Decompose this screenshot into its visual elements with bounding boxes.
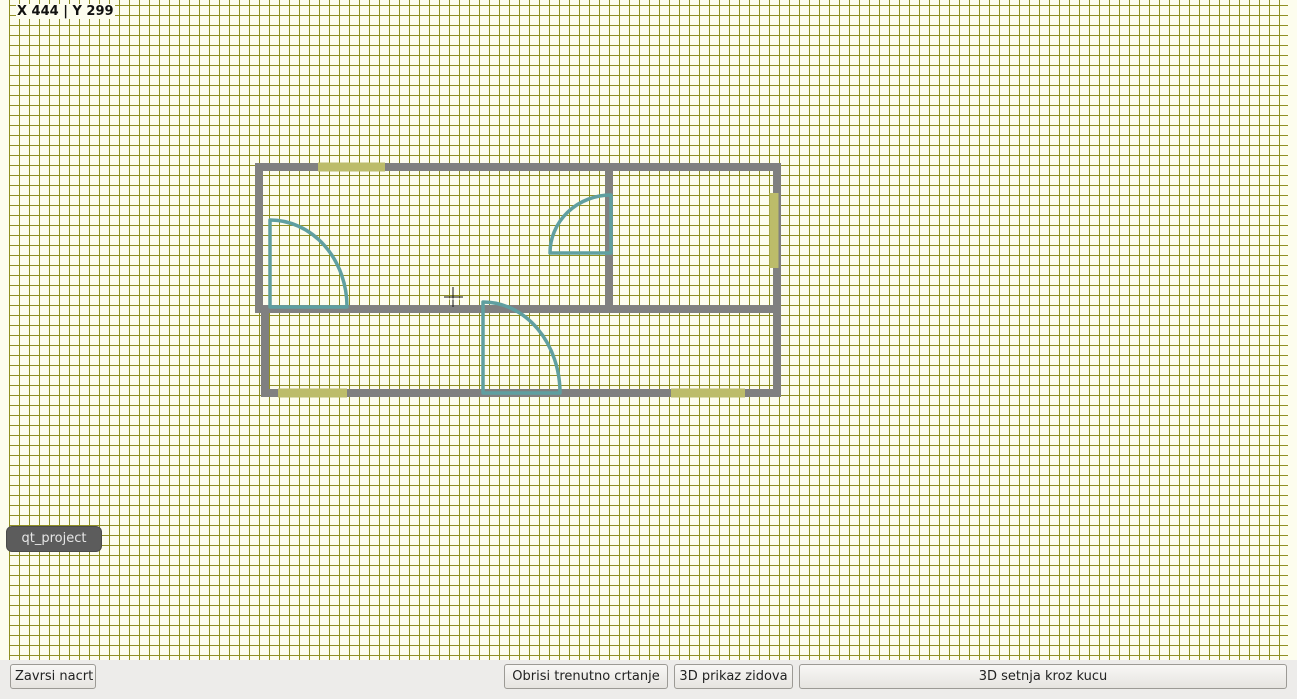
floor-plan[interactable]	[0, 0, 1297, 660]
crosshair-cursor-icon	[444, 287, 463, 307]
door-upper-right	[548, 193, 613, 255]
tooltip: qt_project	[7, 527, 101, 551]
door-bottom	[481, 300, 562, 395]
3d-walls-view-button[interactable]: 3D prikaz zidova	[674, 664, 793, 689]
3d-walkthrough-button[interactable]: 3D setnja kroz kucu	[799, 664, 1287, 689]
bottom-toolbar: Zavrsi nacrt Obrisi trenutno crtanje 3D …	[0, 660, 1297, 699]
cursor-coordinates: X 444 | Y 299	[16, 4, 115, 19]
delete-current-drawing-button[interactable]: Obrisi trenutno crtanje	[504, 664, 668, 689]
door-left	[268, 218, 349, 309]
app-window: X 444 | Y 299 qt_project Zavrsi nacrt Ob…	[0, 0, 1297, 699]
finish-plan-button[interactable]: Zavrsi nacrt	[10, 664, 96, 689]
